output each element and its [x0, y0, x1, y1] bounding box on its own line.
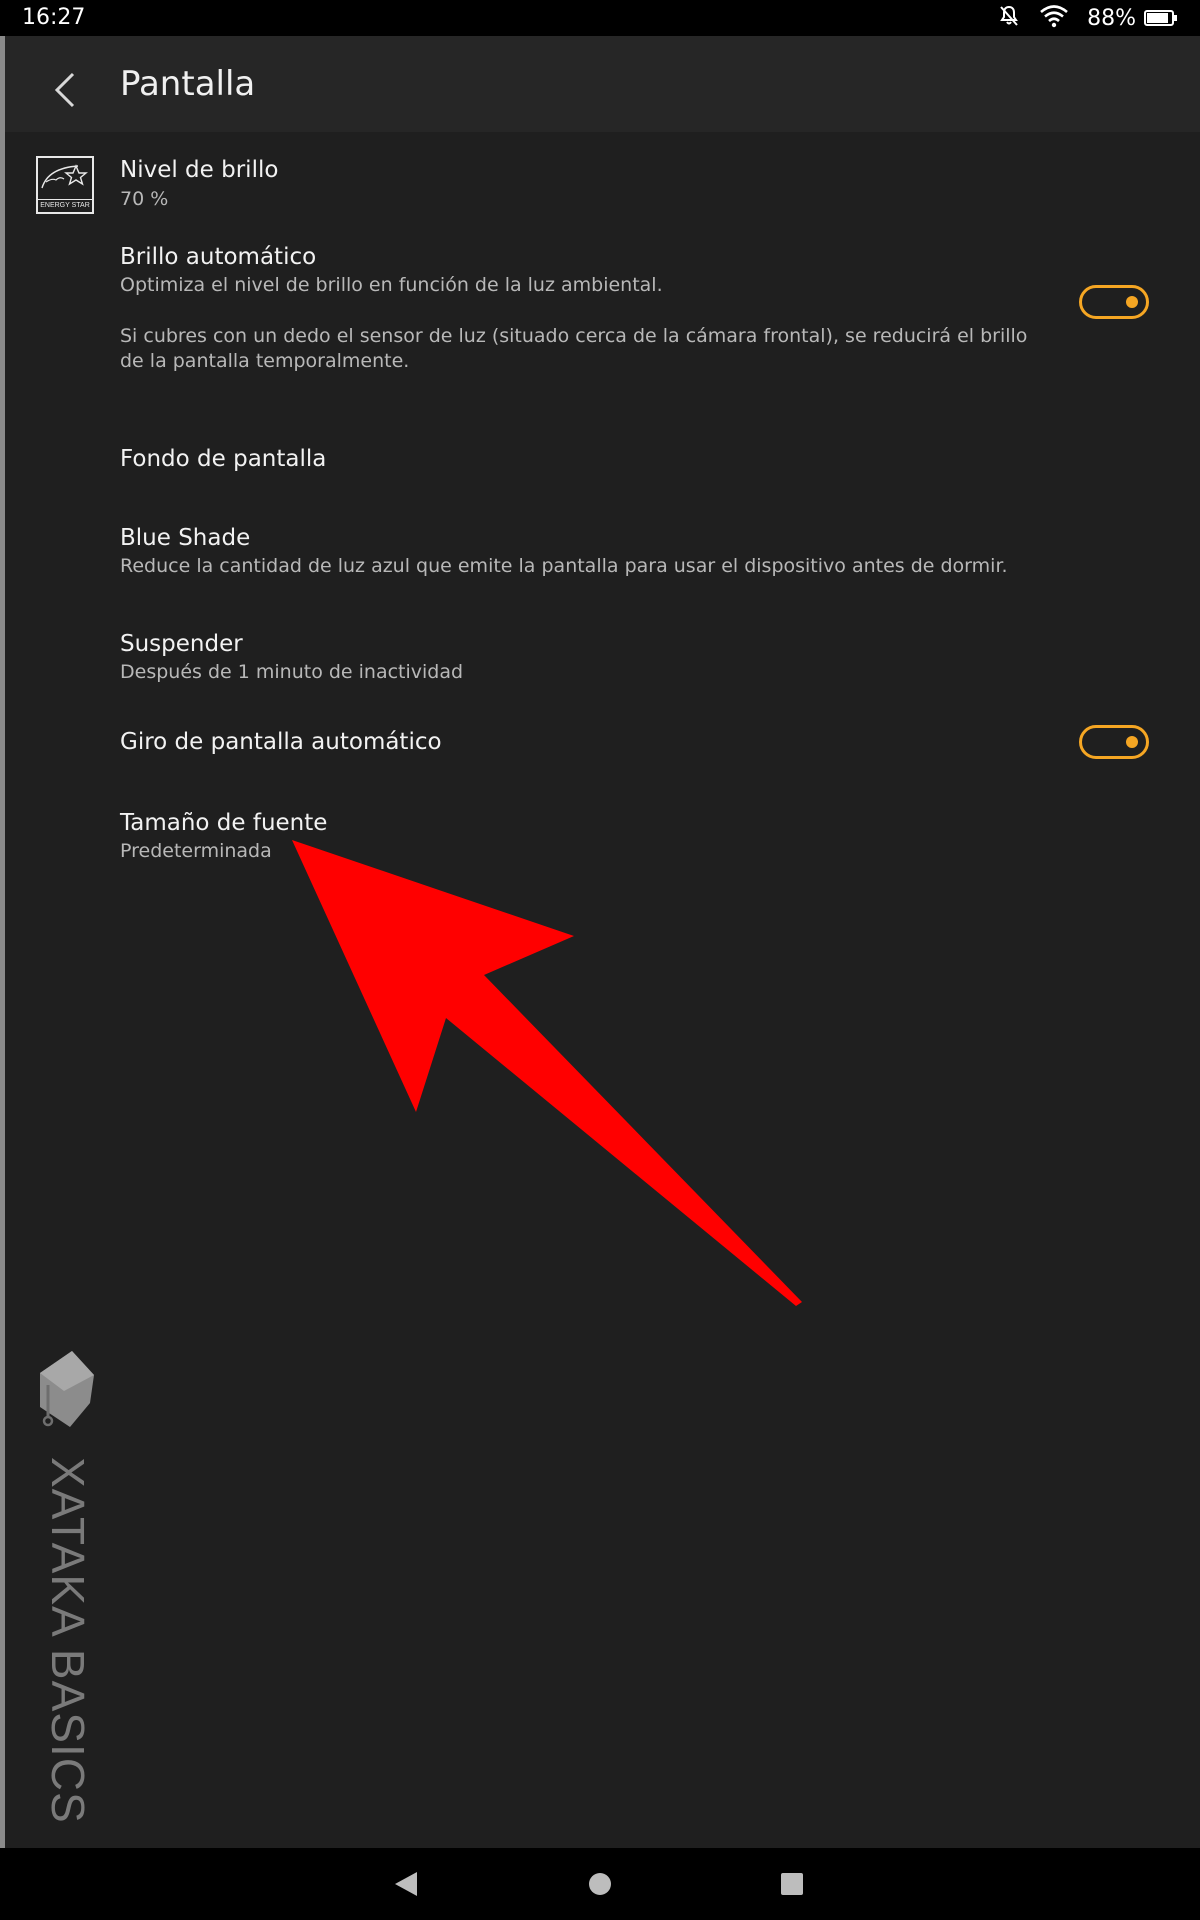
status-icons: 88% — [997, 4, 1177, 32]
setting-sleep[interactable]: Suspender Después de 1 minuto de inactiv… — [0, 618, 1200, 708]
nav-recents-button[interactable] — [770, 1862, 814, 1906]
setting-wallpaper[interactable]: Fondo de pantalla — [0, 432, 1200, 492]
auto-brightness-desc: Optimiza el nivel de brillo en función d… — [120, 274, 663, 296]
auto-brightness-title: Brillo automático — [120, 244, 317, 270]
setting-blue-shade[interactable]: Blue Shade Reduce la cantidad de luz azu… — [0, 512, 1200, 602]
battery-fill — [1147, 13, 1168, 23]
back-button[interactable] — [35, 62, 95, 122]
circle-home-icon — [589, 1873, 611, 1895]
wifi-icon — [1039, 4, 1069, 32]
auto-rotate-toggle[interactable] — [1079, 725, 1149, 759]
font-size-title: Tamaño de fuente — [120, 810, 328, 836]
app-header: Pantalla — [5, 36, 1200, 132]
auto-brightness-note: Si cubres con un dedo el sensor de luz (… — [120, 325, 1028, 372]
setting-auto-rotate[interactable]: Giro de pantalla automático — [0, 712, 1200, 796]
energy-star-icon: ENERGY STAR — [36, 156, 94, 214]
xataka-basics-watermark: XATAKA BASICS — [30, 1345, 100, 1865]
nav-home-button[interactable] — [578, 1862, 622, 1906]
blue-shade-desc: Reduce la cantidad de luz azul que emite… — [120, 555, 1008, 577]
energy-star-label: ENERGY STAR — [38, 199, 92, 212]
page-title: Pantalla — [120, 64, 256, 104]
triangle-back-icon — [395, 1872, 417, 1896]
arrow-shape — [292, 840, 802, 1306]
wallpaper-title: Fondo de pantalla — [120, 446, 327, 472]
brightness-title: Nivel de brillo — [120, 157, 279, 183]
brightness-value: 70 % — [120, 188, 169, 210]
status-time: 16:27 — [22, 5, 86, 30]
blue-shade-title: Blue Shade — [120, 525, 251, 551]
battery-icon — [1144, 10, 1177, 26]
sleep-title: Suspender — [120, 631, 243, 657]
auto-brightness-toggle[interactable] — [1079, 285, 1149, 319]
chevron-left-icon — [53, 70, 77, 114]
toggle-knob — [1126, 296, 1138, 308]
status-bar: 16:27 88% — [0, 0, 1200, 36]
watermark-text: XATAKA BASICS — [42, 1457, 94, 1824]
font-size-value: Predeterminada — [120, 840, 272, 862]
battery-percent: 88% — [1087, 5, 1136, 31]
nav-back-button[interactable] — [384, 1862, 428, 1906]
notifications-off-icon — [997, 4, 1021, 32]
navigation-bar — [0, 1848, 1200, 1920]
toggle-knob — [1126, 736, 1138, 748]
sleep-desc: Después de 1 minuto de inactividad — [120, 661, 464, 683]
auto-rotate-title: Giro de pantalla automático — [120, 729, 442, 755]
square-recents-icon — [781, 1873, 803, 1895]
mortarboard-logo-icon — [40, 1351, 94, 1427]
setting-brightness[interactable]: ENERGY STAR Nivel de brillo 70 % — [0, 132, 1200, 228]
setting-font-size[interactable]: Tamaño de fuente Predeterminada — [0, 798, 1200, 888]
